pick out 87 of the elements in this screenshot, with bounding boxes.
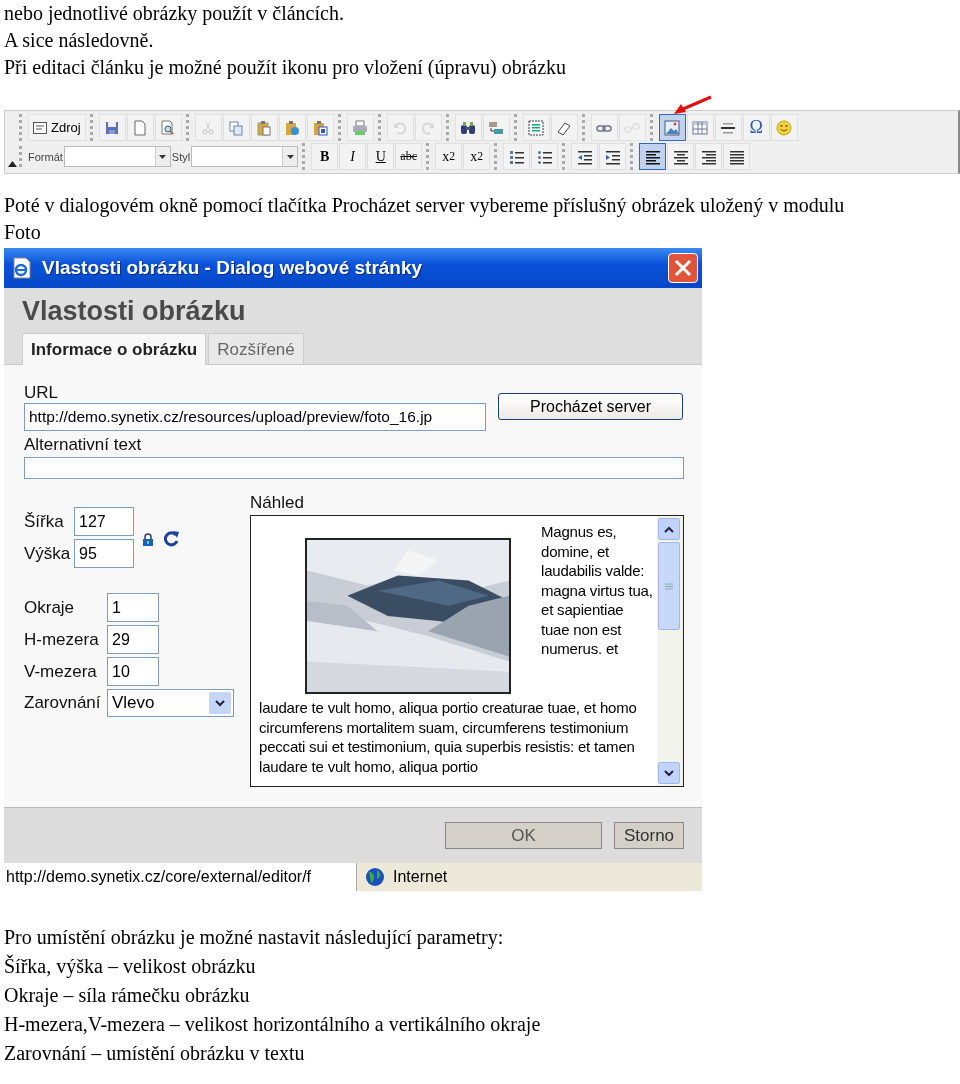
ok-button[interactable]: OK	[445, 822, 602, 849]
align-left-icon	[644, 148, 661, 165]
number-field[interactable]: 10	[107, 657, 159, 686]
field-label: V-mezera	[24, 661, 98, 682]
dropdown-caret-icon	[286, 154, 294, 159]
grip-icon	[665, 582, 673, 590]
zone-label: Internet	[393, 868, 448, 886]
paragraph: Pro umístění obrázku je možné nastavit následující parametry:	[4, 925, 505, 951]
number-field[interactable]: 1	[107, 593, 159, 622]
paragraph: nebo jednotlivé obrázky použít v článcích.	[4, 1, 345, 27]
tab[interactable]: Informace o obrázku	[22, 333, 207, 365]
close-icon	[674, 259, 692, 277]
window-title: Vlastosti obrázku - Dialog webové stránky	[42, 257, 424, 279]
source-button[interactable]: Zdroj	[28, 114, 86, 141]
copy-icon	[228, 119, 245, 136]
toolbar-button[interactable]	[639, 143, 667, 170]
clipboard-icon	[312, 119, 329, 136]
align-justify-icon	[728, 148, 745, 165]
scroll-down-button[interactable]	[658, 762, 680, 784]
url-field[interactable]: http://demo.synetix.cz/resources/upload/preview/foto_16.jp	[24, 403, 486, 431]
scroll-up-button[interactable]	[658, 518, 680, 540]
tab[interactable]: Rozšířené	[208, 333, 304, 364]
align-center-icon	[672, 148, 689, 165]
status-url: http://demo.synetix.cz/core/external/editor/f	[4, 863, 357, 891]
globe-icon	[365, 867, 385, 887]
paragraph: Šířka, výška – velikost obrázku	[4, 953, 257, 980]
indent-icon	[604, 148, 621, 165]
field-label: Náhled	[250, 493, 305, 513]
cancel-button[interactable]: Storno	[614, 822, 684, 849]
preview-text: Magnus es, domine, et laudabilis valde: magna virtus tua, et sapientiae tuae non est numerus. et	[541, 522, 653, 659]
collapse-icon[interactable]	[8, 161, 17, 167]
refresh-icon[interactable]	[162, 530, 180, 548]
paragraph: H-mezera,V-mezera – velikost horizontálního a vertikálního okraje	[4, 1012, 542, 1038]
scrollbar-thumb[interactable]	[658, 542, 680, 630]
alignment-dropdown[interactable]: Vlevo	[107, 689, 234, 717]
table-icon	[692, 119, 709, 136]
toolbar-button[interactable]: B	[311, 143, 339, 170]
bullet-list-icon	[536, 148, 553, 165]
toolbar-button[interactable]: abc	[395, 143, 423, 170]
select-all-icon	[528, 119, 545, 136]
field-label: H-mezera	[24, 629, 100, 650]
dropdown-caret-icon	[159, 154, 167, 159]
alt-text-field[interactable]	[24, 457, 684, 479]
paragraph: A sice následovně.	[4, 28, 155, 53]
number-field[interactable]: 127	[74, 507, 134, 536]
pointer-arrow	[673, 95, 713, 115]
field-label: Šířka	[24, 511, 65, 532]
chevron-down-icon	[215, 699, 225, 707]
smiley-icon	[776, 119, 793, 136]
dropdown-field[interactable]	[63, 146, 171, 167]
paragraph: Okraje – síla rámečku obrázku	[4, 983, 251, 1009]
combo-label: Styl	[171, 150, 191, 163]
toolbar-button[interactable]: I	[339, 143, 367, 170]
field-label: Alternativní text	[24, 435, 143, 455]
toolbar-button[interactable]: Ω	[742, 114, 770, 141]
clipboard-icon	[256, 119, 273, 136]
browser-page-icon	[10, 256, 34, 280]
page-icon	[132, 119, 149, 136]
field-label: Výška	[24, 543, 72, 564]
paragraph: Při editaci článku je možné použít ikonu pro vložení (úpravu) obrázku	[4, 55, 568, 81]
preview-text: laudare te vult homo, aliqua portio creaturae tuae, et homo circumferens mortalitem suam, circumferens testimonium peccati sui et testimonium, quia superbis resistis: et tamen laudare te vult homo, aliqua portio	[259, 698, 638, 776]
numbered-list-icon	[508, 148, 525, 165]
lock-icon[interactable]	[142, 532, 154, 546]
field-label: Okraje	[24, 597, 76, 618]
printer-icon	[352, 119, 369, 136]
browse-server-button[interactable]: Procházet server	[498, 393, 683, 420]
paragraph: Poté v dialogovém okně pomocí tlačítka Procházet server vybereme příslušný obrázek uložený v modulu Foto	[3, 193, 846, 245]
align-right-icon	[700, 148, 717, 165]
number-field[interactable]: 95	[74, 539, 134, 568]
scissors-icon	[200, 119, 217, 136]
clipboard-icon	[284, 119, 301, 136]
dialog-heading: Vlastosti obrázku	[22, 296, 247, 327]
toolbar-button[interactable]: U	[367, 143, 395, 170]
field-label: Zarovnání	[24, 693, 102, 713]
binoculars-icon	[460, 119, 477, 136]
field-label: URL	[24, 383, 59, 403]
page-magnifier-icon	[160, 119, 177, 136]
dropdown-field[interactable]	[191, 146, 299, 167]
chevron-down-icon	[664, 769, 674, 777]
outdent-icon	[576, 148, 593, 165]
chevron-up-icon	[664, 525, 674, 533]
number-field[interactable]: 29	[107, 625, 159, 654]
image-icon	[664, 119, 681, 136]
paragraph: Zarovnání – umístění obrázku v textu	[4, 1041, 306, 1066]
combo-label: Formát	[28, 150, 63, 163]
document-icon	[33, 121, 47, 134]
close-button[interactable]	[668, 253, 698, 283]
